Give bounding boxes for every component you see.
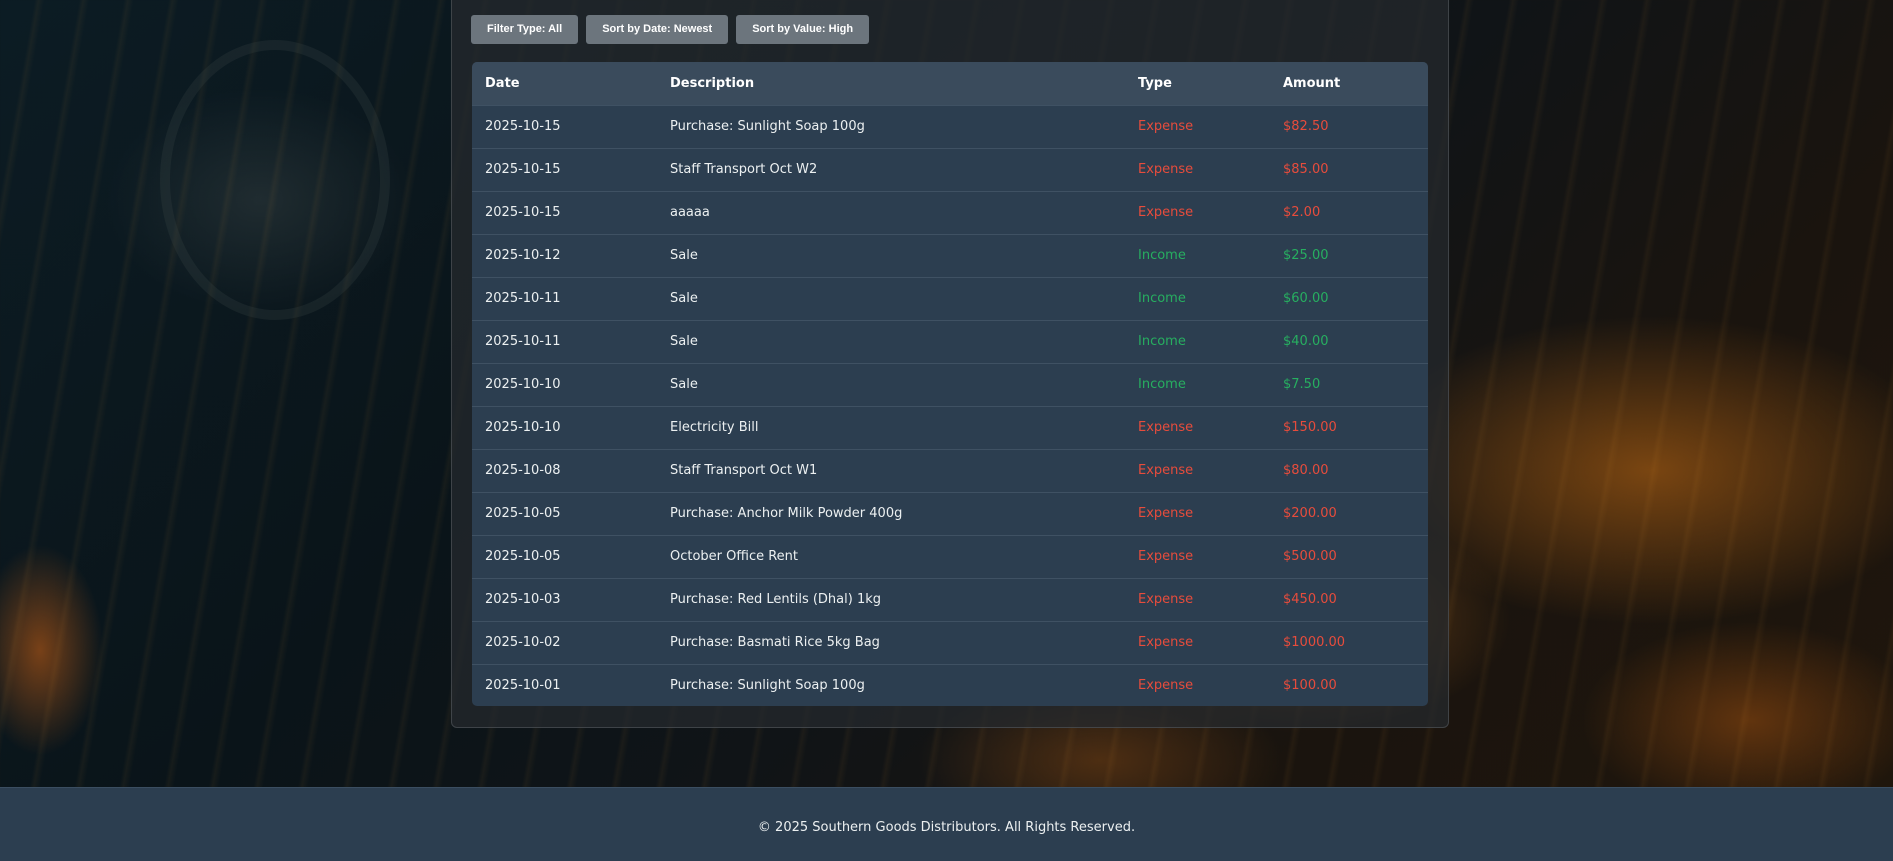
table-row: 2025-10-01 Purchase: Sunlight Soap 100g … [472, 664, 1428, 706]
footer-copyright: © 2025 Southern Goods Distributors. All … [757, 820, 1136, 835]
cell-description: aaaaa [670, 205, 710, 220]
cell-description: Staff Transport Oct W1 [670, 463, 818, 478]
table-row: 2025-10-11 Sale Income $60.00 [472, 277, 1428, 320]
cell-date: 2025-10-15 [485, 205, 561, 220]
cell-amount: $60.00 [1283, 291, 1329, 306]
cell-type: Expense [1138, 162, 1194, 177]
cell-amount: $7.50 [1283, 377, 1321, 392]
cell-date: 2025-10-02 [485, 635, 561, 650]
cell-amount: $80.00 [1283, 463, 1329, 478]
cell-type: Expense [1138, 678, 1194, 694]
cell-amount: $85.00 [1283, 162, 1329, 177]
cell-date: 2025-10-15 [485, 162, 561, 177]
cell-type: Income [1138, 377, 1186, 392]
cell-date: 2025-10-05 [485, 549, 561, 564]
cell-type: Expense [1138, 549, 1194, 564]
cell-amount: $450.00 [1283, 592, 1337, 607]
table-row: 2025-10-05 October Office Rent Expense $… [472, 535, 1428, 578]
cell-description: Purchase: Basmati Rice 5kg Bag [670, 635, 880, 650]
cell-date: 2025-10-08 [485, 463, 561, 478]
column-header-description: Description [670, 75, 755, 91]
cell-amount: $1000.00 [1283, 635, 1346, 650]
cell-description: Purchase: Sunlight Soap 100g [670, 119, 865, 134]
table-row: 2025-10-15 Purchase: Sunlight Soap 100g … [472, 105, 1428, 148]
cell-description: Purchase: Sunlight Soap 100g [670, 678, 865, 694]
table-row: 2025-10-15 aaaaa Expense $2.00 [472, 191, 1428, 234]
cell-amount: $25.00 [1283, 248, 1329, 263]
column-header-date: Date [485, 75, 520, 91]
table-header-row: Date Description Type Amount [472, 62, 1428, 105]
table-row: 2025-10-15 Staff Transport Oct W2 Expens… [472, 148, 1428, 191]
cell-type: Expense [1138, 635, 1194, 650]
background-wheel [160, 40, 390, 320]
sort-by-date-button[interactable]: Sort by Date: Newest [586, 15, 729, 44]
cell-description: Staff Transport Oct W2 [670, 162, 818, 177]
table-row: 2025-10-10 Electricity Bill Expense $150… [472, 406, 1428, 449]
column-header-type: Type [1138, 75, 1172, 91]
table-row: 2025-10-12 Sale Income $25.00 [472, 234, 1428, 277]
cell-type: Expense [1138, 506, 1194, 521]
transaction-toolbar: Filter Type: All Sort by Date: Newest So… [471, 15, 870, 44]
cell-date: 2025-10-01 [485, 678, 561, 694]
table-row: 2025-10-03 Purchase: Red Lentils (Dhal) … [472, 578, 1428, 621]
cell-amount: $200.00 [1283, 506, 1337, 521]
cell-description: Sale [670, 334, 698, 349]
table-row: 2025-10-11 Sale Income $40.00 [472, 320, 1428, 363]
cell-type: Income [1138, 334, 1186, 349]
sort-by-value-button[interactable]: Sort by Value: High [736, 15, 870, 44]
column-header-amount: Amount [1283, 75, 1341, 91]
cell-type: Income [1138, 248, 1186, 263]
filter-type-button[interactable]: Filter Type: All [471, 15, 579, 44]
cell-date: 2025-10-11 [485, 334, 561, 349]
cell-date: 2025-10-11 [485, 291, 561, 306]
cell-description: Sale [670, 248, 698, 263]
cell-amount: $82.50 [1283, 119, 1329, 134]
cell-date: 2025-10-10 [485, 377, 561, 392]
table-row: 2025-10-08 Staff Transport Oct W1 Expens… [472, 449, 1428, 492]
cell-description: October Office Rent [670, 549, 799, 564]
transactions-table: Date Description Type Amount 2025-10-15 … [472, 62, 1428, 706]
table-row: 2025-10-05 Purchase: Anchor Milk Powder … [472, 492, 1428, 535]
cell-amount: $100.00 [1283, 678, 1337, 694]
cell-amount: $40.00 [1283, 334, 1329, 349]
cell-amount: $2.00 [1283, 205, 1321, 220]
transactions-table-container: Date Description Type Amount 2025-10-15 … [472, 62, 1428, 706]
page-footer: © 2025 Southern Goods Distributors. All … [0, 787, 1893, 861]
table-row: 2025-10-02 Purchase: Basmati Rice 5kg Ba… [472, 621, 1428, 664]
cell-date: 2025-10-03 [485, 592, 561, 607]
cell-type: Expense [1138, 119, 1194, 134]
cell-type: Expense [1138, 463, 1194, 478]
cell-description: Sale [670, 291, 698, 306]
cell-date: 2025-10-10 [485, 420, 561, 435]
cell-amount: $500.00 [1283, 549, 1337, 564]
cell-amount: $150.00 [1283, 420, 1337, 435]
cell-description: Sale [670, 377, 698, 392]
cell-description: Purchase: Red Lentils (Dhal) 1kg [670, 592, 882, 607]
cell-type: Expense [1138, 592, 1194, 607]
cell-date: 2025-10-15 [485, 119, 561, 134]
cell-type: Expense [1138, 420, 1194, 435]
cell-date: 2025-10-12 [485, 248, 561, 263]
cell-description: Electricity Bill [670, 420, 759, 435]
table-row: 2025-10-10 Sale Income $7.50 [472, 363, 1428, 406]
cell-type: Income [1138, 291, 1186, 306]
cell-type: Expense [1138, 205, 1194, 220]
cell-date: 2025-10-05 [485, 506, 561, 521]
cell-description: Purchase: Anchor Milk Powder 400g [670, 506, 903, 521]
